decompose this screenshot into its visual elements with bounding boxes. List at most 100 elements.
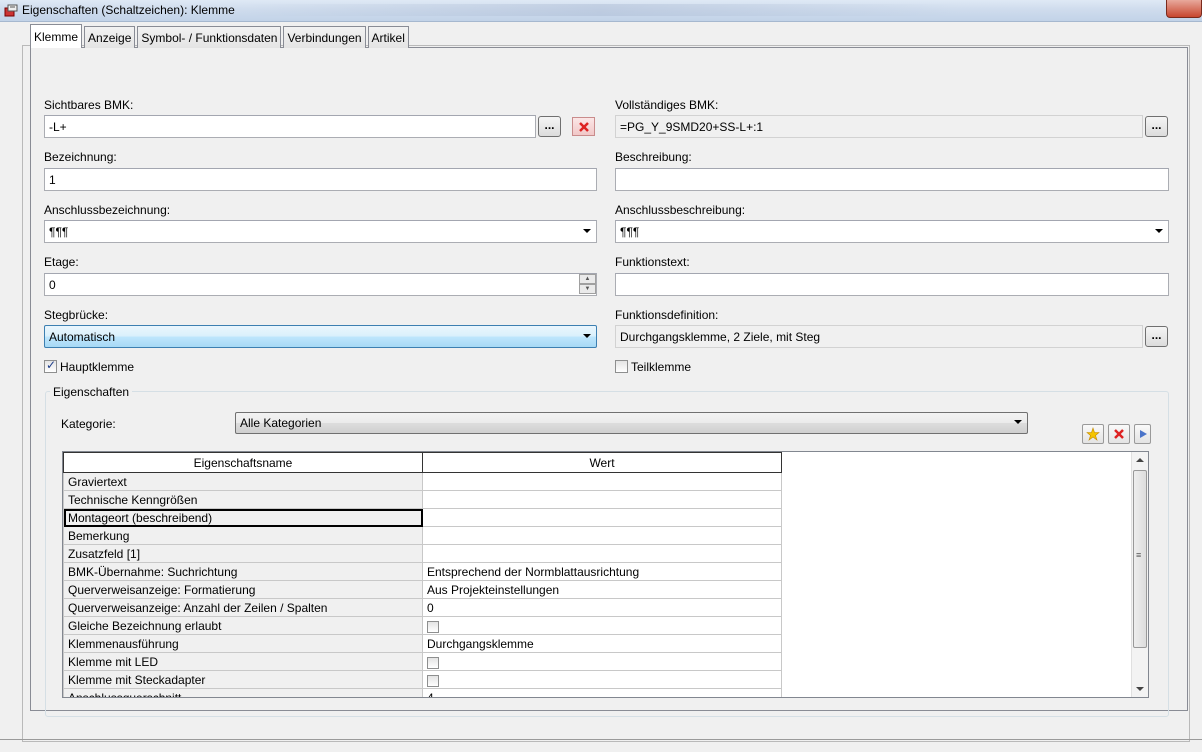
- property-name-cell[interactable]: Anschlussquerschnitt: [63, 688, 423, 697]
- table-row[interactable]: Zusatzfeld [1]: [63, 544, 782, 563]
- anschlussbeschreibung-dropdown[interactable]: ¶¶¶: [615, 220, 1169, 243]
- etage-spinner[interactable]: ▲ ▼: [579, 274, 596, 295]
- table-row[interactable]: Klemmenausführung Durchgangsklemme: [63, 634, 782, 653]
- property-name-cell[interactable]: Bemerkung: [63, 526, 423, 545]
- bezeichnung-field[interactable]: 1: [44, 168, 597, 191]
- tab-symbol-funktionsdaten[interactable]: Symbol- / Funktionsdaten: [137, 26, 282, 48]
- hauptklemme-label: Hauptklemme: [60, 360, 135, 374]
- tab-strip: Klemme Anzeige Symbol- / Funktionsdaten …: [30, 24, 411, 48]
- kategorie-dropdown[interactable]: Alle Kategorien: [235, 412, 1028, 434]
- anschlussbezeichnung-label: Anschlussbezeichnung:: [44, 203, 171, 217]
- property-value-cell[interactable]: Entsprechend der Normblattausrichtung: [422, 562, 782, 581]
- delete-x-icon: [578, 122, 589, 132]
- etage-label: Etage:: [44, 255, 79, 269]
- beschreibung-field[interactable]: [615, 168, 1169, 191]
- property-value-cell[interactable]: [422, 670, 782, 689]
- title-bar-blur: [240, 4, 960, 16]
- tab-anzeige[interactable]: Anzeige: [84, 26, 136, 48]
- dialog-bottom-divider: [0, 739, 1202, 740]
- title-bar: Eigenschaften (Schaltzeichen): Klemme: [0, 0, 1202, 22]
- kategorie-label: Kategorie:: [61, 417, 116, 431]
- table-row[interactable]: Klemme mit Steckadapter: [63, 670, 782, 689]
- property-value-cell[interactable]: Durchgangsklemme: [422, 634, 782, 653]
- property-value-cell[interactable]: 0: [422, 598, 782, 617]
- close-window-button[interactable]: [1166, 0, 1202, 18]
- column-header-value[interactable]: Wert: [422, 452, 782, 473]
- funktionsdefinition-label: Funktionsdefinition:: [615, 308, 719, 322]
- table-row[interactable]: Montageort (beschreibend): [63, 508, 782, 527]
- property-value-cell[interactable]: [422, 472, 782, 491]
- next-button[interactable]: [1134, 424, 1151, 444]
- property-value-cell[interactable]: [422, 652, 782, 671]
- property-name-cell[interactable]: Querverweisanzeige: Formatierung: [63, 580, 423, 599]
- table-row[interactable]: Technische Kenngrößen: [63, 490, 782, 509]
- funktionstext-field[interactable]: [615, 273, 1169, 296]
- property-value-cell[interactable]: [422, 526, 782, 545]
- chevron-down-icon: [583, 334, 591, 338]
- anschlussbezeichnung-value: ¶¶¶: [49, 225, 69, 239]
- property-checkbox[interactable]: [427, 656, 439, 669]
- chevron-down-icon: [1155, 229, 1163, 233]
- property-name-cell[interactable]: Querverweisanzeige: Anzahl der Zeilen / …: [63, 598, 423, 617]
- property-name-cell[interactable]: Technische Kenngrößen: [63, 490, 423, 509]
- sichtbares-bmk-field[interactable]: -L+: [44, 115, 536, 138]
- property-value-cell[interactable]: [422, 508, 782, 527]
- property-name-cell[interactable]: Graviertext: [63, 472, 423, 491]
- property-value-cell[interactable]: Aus Projekteinstellungen: [422, 580, 782, 599]
- delete-bmk-button[interactable]: [572, 117, 595, 136]
- app-icon: [3, 3, 19, 19]
- delete-property-button[interactable]: [1108, 424, 1130, 444]
- table-row[interactable]: Bemerkung: [63, 526, 782, 545]
- property-name-cell[interactable]: Zusatzfeld [1]: [63, 544, 423, 563]
- column-header-name[interactable]: Eigenschaftsname: [63, 452, 423, 473]
- table-row[interactable]: BMK-Übernahme: Suchrichtung Entsprechend …: [63, 562, 782, 581]
- teilklemme-checkbox[interactable]: [615, 360, 628, 373]
- sichtbares-bmk-label: Sichtbares BMK:: [44, 98, 134, 112]
- stegbruecke-label: Stegbrücke:: [44, 308, 109, 322]
- stegbruecke-dropdown[interactable]: Automatisch: [44, 325, 597, 348]
- funktionsdefinition-field: Durchgangsklemme, 2 Ziele, mit Steg: [615, 325, 1143, 348]
- anschlussbezeichnung-dropdown[interactable]: ¶¶¶: [44, 220, 597, 243]
- tab-verbindungen[interactable]: Verbindungen: [283, 26, 366, 48]
- property-value-cell[interactable]: [422, 490, 782, 509]
- eigenschaften-group-title: Eigenschaften: [50, 385, 133, 399]
- spin-down-icon[interactable]: ▼: [579, 284, 596, 294]
- property-value-cell[interactable]: 4: [422, 688, 782, 697]
- properties-table: Eigenschaftsname Wert Graviertext Technis…: [63, 452, 782, 697]
- teilklemme-label: Teilklemme: [631, 360, 692, 374]
- property-name-cell[interactable]: Gleiche Bezeichnung erlaubt: [63, 616, 423, 635]
- funktionsdefinition-browse-button[interactable]: ...: [1145, 326, 1168, 347]
- chevron-down-icon: [1014, 420, 1022, 424]
- property-value-cell[interactable]: [422, 544, 782, 563]
- window-title: Eigenschaften (Schaltzeichen): Klemme: [22, 3, 235, 17]
- funktionstext-label: Funktionstext:: [615, 255, 690, 269]
- tab-artikel[interactable]: Artikel: [367, 26, 409, 48]
- properties-grid: Eigenschaftsname Wert Graviertext Technis…: [62, 451, 1149, 698]
- table-row[interactable]: Gleiche Bezeichnung erlaubt: [63, 616, 782, 635]
- scroll-down-icon[interactable]: [1136, 687, 1144, 691]
- tab-klemme[interactable]: Klemme: [30, 24, 83, 48]
- vollstaendiges-bmk-browse-button[interactable]: ...: [1145, 116, 1168, 137]
- hauptklemme-checkbox[interactable]: [44, 358, 57, 373]
- grid-scrollbar[interactable]: ≡: [1131, 452, 1148, 697]
- property-name-cell[interactable]: Montageort (beschreibend): [63, 508, 423, 527]
- table-row[interactable]: Graviertext: [63, 472, 782, 491]
- property-name-cell[interactable]: Klemme mit Steckadapter: [63, 670, 423, 689]
- new-property-button[interactable]: [1082, 424, 1104, 444]
- sichtbares-bmk-browse-button[interactable]: ...: [538, 116, 561, 137]
- table-row[interactable]: Klemme mit LED: [63, 652, 782, 671]
- property-checkbox[interactable]: [427, 620, 439, 633]
- property-name-cell[interactable]: BMK-Übernahme: Suchrichtung: [63, 562, 423, 581]
- table-row[interactable]: Anschlussquerschnitt 4: [63, 688, 782, 697]
- property-name-cell[interactable]: Klemme mit LED: [63, 652, 423, 671]
- grip-icon: ≡: [1136, 550, 1142, 560]
- etage-field[interactable]: 0: [44, 273, 597, 296]
- table-row[interactable]: Querverweisanzeige: Anzahl der Zeilen / …: [63, 598, 782, 617]
- property-value-cell[interactable]: [422, 616, 782, 635]
- arrow-right-icon: [1139, 430, 1147, 438]
- table-row[interactable]: Querverweisanzeige: Formatierung Aus Proj…: [63, 580, 782, 599]
- scroll-up-icon[interactable]: [1136, 458, 1144, 462]
- spin-up-icon[interactable]: ▲: [579, 274, 596, 284]
- property-name-cell[interactable]: Klemmenausführung: [63, 634, 423, 653]
- property-checkbox[interactable]: [427, 674, 439, 687]
